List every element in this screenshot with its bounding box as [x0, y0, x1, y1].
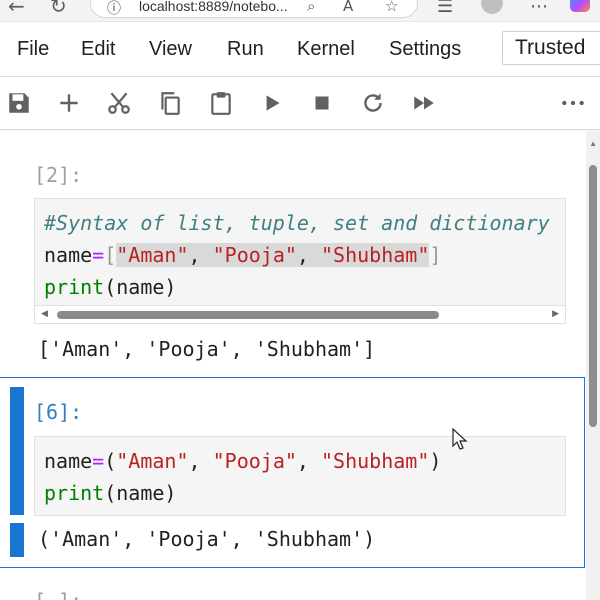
read-aloud-icon[interactable]: A: [343, 0, 353, 15]
code-token: "Aman": [116, 243, 189, 267]
code-line: name=["Aman", "Pooja", "Shubham"]: [44, 243, 441, 267]
scroll-right-arrow-icon[interactable]: ▶: [552, 308, 559, 319]
save-icon[interactable]: [6, 90, 32, 116]
code-token: "Shubham": [321, 449, 430, 473]
code-token: ,: [296, 243, 321, 267]
horizontal-scroll-thumb[interactable]: [57, 311, 439, 319]
menu-kernel[interactable]: Kernel: [297, 38, 355, 61]
refresh-icon[interactable]: ↻: [50, 0, 67, 18]
notebook-toolbar: [0, 78, 600, 130]
notebook-panel[interactable]: [2]: #Syntax of list, tuple, set and dic…: [0, 131, 600, 600]
code-token: print: [44, 481, 105, 505]
profile-avatar-icon[interactable]: [481, 0, 503, 14]
scroll-left-arrow-icon[interactable]: ◀: [41, 308, 48, 319]
cell-prompt: [6]:: [34, 400, 83, 424]
menu-edit[interactable]: Edit: [81, 38, 115, 61]
menu-run[interactable]: Run: [227, 38, 264, 61]
favorites-icon[interactable]: ☰: [437, 0, 453, 17]
code-token: ,: [188, 243, 213, 267]
code-token: name: [44, 243, 93, 267]
add-cell-icon[interactable]: [56, 90, 82, 116]
cut-icon[interactable]: [106, 90, 132, 116]
more-options-icon[interactable]: [560, 90, 586, 116]
code-comment: #Syntax of list, tuple, set and dictiona…: [44, 211, 550, 235]
url-text[interactable]: localhost:8889/notebo...: [139, 0, 288, 14]
code-editor[interactable]: name=("Aman", "Pooja", "Shubham") print(…: [34, 436, 566, 516]
trusted-indicator[interactable]: Trusted: [502, 31, 600, 65]
interrupt-icon[interactable]: [309, 90, 335, 116]
code-token: =: [92, 243, 105, 267]
code-line: print(name): [44, 481, 176, 505]
more-menu-icon[interactable]: ⋯: [530, 0, 548, 17]
restart-icon[interactable]: [360, 90, 386, 116]
cell-output: ('Aman', 'Pooja', 'Shubham'): [38, 527, 376, 551]
code-token: ,: [296, 449, 321, 473]
output-collapser[interactable]: [10, 523, 24, 557]
restart-run-all-icon[interactable]: [411, 90, 437, 116]
vertical-scroll-thumb[interactable]: [589, 165, 597, 427]
code-token: (: [104, 449, 117, 473]
code-line: print(name): [44, 275, 176, 299]
cell-output: ['Aman', 'Pooja', 'Shubham']: [38, 337, 376, 361]
zoom-icon[interactable]: ⌕: [307, 0, 315, 15]
menu-settings[interactable]: Settings: [389, 38, 461, 61]
paste-icon[interactable]: [208, 90, 234, 116]
code-token: (name): [104, 481, 177, 505]
favorite-star-icon[interactable]: ☆: [385, 0, 398, 15]
browser-toolbar: ← ↻ ⓘ localhost:8889/notebo... ⌕ A ☆ ☰ ⋯: [0, 0, 600, 22]
menu-bar: File Edit View Run Kernel Settings Trust…: [0, 22, 600, 77]
copilot-icon[interactable]: [570, 0, 590, 12]
run-icon[interactable]: [259, 90, 285, 116]
input-collapser[interactable]: [10, 387, 24, 515]
code-token: ,: [188, 449, 213, 473]
mouse-cursor-icon: [452, 428, 468, 450]
scroll-up-arrow-icon[interactable]: ▲: [589, 139, 597, 148]
code-token: "Shubham": [321, 243, 430, 267]
code-token: "Pooja": [212, 243, 297, 267]
code-line: name=("Aman", "Pooja", "Shubham"): [44, 449, 441, 473]
cell-prompt: [2]:: [34, 163, 83, 187]
back-arrow-icon[interactable]: ←: [8, 0, 25, 18]
horizontal-scrollbar[interactable]: ◀ ▶: [34, 306, 566, 324]
menu-view[interactable]: View: [149, 38, 192, 61]
vertical-scrollbar[interactable]: ▲: [586, 131, 600, 600]
address-bar[interactable]: ⓘ localhost:8889/notebo... ⌕ A ☆: [90, 0, 418, 18]
code-token: name: [44, 449, 93, 473]
code-token: ): [429, 449, 442, 473]
copy-icon[interactable]: [157, 90, 183, 116]
code-editor[interactable]: #Syntax of list, tuple, set and dictiona…: [34, 198, 566, 306]
site-info-icon[interactable]: ⓘ: [107, 0, 121, 18]
code-token: =: [92, 449, 105, 473]
code-token: "Pooja": [212, 449, 297, 473]
code-token: "Aman": [116, 449, 189, 473]
cell-prompt: [ ]:: [34, 589, 82, 600]
menu-file[interactable]: File: [17, 38, 49, 61]
code-token: print: [44, 275, 105, 299]
code-token: [: [104, 243, 117, 267]
code-token: (name): [104, 275, 177, 299]
code-token: ]: [429, 243, 442, 267]
